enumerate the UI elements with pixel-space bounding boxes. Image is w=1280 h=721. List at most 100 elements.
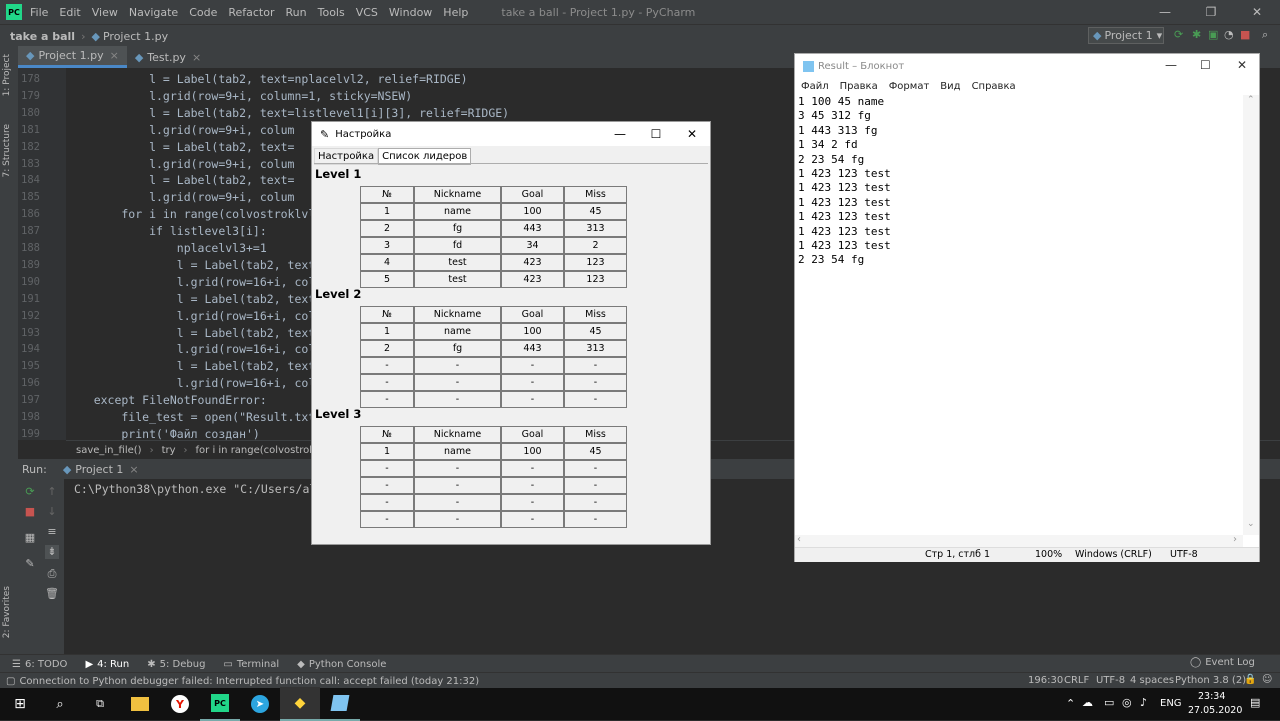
menu-run[interactable]: Run [286, 6, 307, 19]
line-number: 178 [21, 73, 40, 85]
np-menu-edit[interactable]: Правка [840, 81, 878, 92]
project-tool-button[interactable]: 1: Project [2, 54, 12, 96]
search-button[interactable]: ⌕ [40, 688, 80, 720]
todo-tab[interactable]: ☰ 6: TODO [12, 659, 67, 670]
cursor-position[interactable]: 196:30 [1028, 675, 1063, 686]
python-taskbar-button[interactable]: ◆ [280, 687, 320, 721]
stop-icon[interactable]: ■ [23, 505, 37, 519]
close-icon[interactable]: × [129, 463, 138, 476]
table-row: ---- [360, 477, 627, 494]
telegram-button[interactable]: ➤ [240, 688, 280, 720]
file-encoding[interactable]: UTF-8 [1096, 675, 1125, 686]
np-menu-help[interactable]: Справка [972, 81, 1016, 92]
profile-icon[interactable]: ◔ [1224, 28, 1234, 41]
scroll-down-icon[interactable]: ⌄ [1247, 519, 1255, 529]
menu-vcs[interactable]: VCS [356, 6, 378, 19]
pin-icon[interactable]: ✎ [23, 557, 37, 571]
network-icon[interactable]: ◎ [1122, 696, 1132, 709]
close-button[interactable]: ✕ [1234, 0, 1280, 24]
menu-code[interactable]: Code [189, 6, 217, 19]
menu-tools[interactable]: Tools [318, 6, 345, 19]
maximize-button[interactable]: ☐ [638, 122, 674, 146]
event-log-label: Event Log [1205, 657, 1255, 668]
np-menu-format[interactable]: Формат [889, 81, 930, 92]
explorer-button[interactable] [120, 688, 160, 720]
run-config-dropdown[interactable]: ◆ Project 1 ▾ [1088, 27, 1164, 44]
language-indicator[interactable]: ENG [1160, 698, 1182, 709]
menu-help[interactable]: Help [443, 6, 468, 19]
run-tool-tab[interactable]: ▶ 4: Run [85, 659, 129, 670]
event-log-tab[interactable]: ◯ Event Log [1190, 657, 1255, 668]
close-icon[interactable]: × [192, 51, 201, 64]
rerun-icon[interactable]: ⟳ [23, 485, 37, 499]
rerun-icon[interactable]: ⟳ [1174, 28, 1183, 41]
notepad-taskbar-button[interactable] [320, 687, 360, 721]
np-menu-file[interactable]: Файл [801, 81, 829, 92]
scroll-right-icon[interactable]: › [1233, 534, 1237, 545]
menu-refactor[interactable]: Refactor [228, 6, 274, 19]
restore-button[interactable]: ❐ [1188, 0, 1234, 24]
close-icon[interactable]: × [110, 49, 119, 62]
menu-navigate[interactable]: Navigate [129, 6, 178, 19]
minimize-button[interactable]: — [602, 122, 638, 146]
python-console-tab[interactable]: ◆ Python Console [297, 659, 386, 670]
minimize-button[interactable]: — [1165, 58, 1177, 72]
pycharm-taskbar-button[interactable]: PC [200, 687, 240, 721]
clock-date[interactable]: 27.05.2020 [1188, 705, 1242, 716]
table-cell: 34 [501, 237, 564, 254]
breadcrumb-file[interactable]: Project 1.py [103, 30, 168, 43]
menu-file[interactable]: File [30, 6, 48, 19]
vertical-scrollbar[interactable]: ⌃ ⌄ [1243, 95, 1259, 535]
lock-icon[interactable]: 🔒 [1244, 674, 1256, 685]
scroll-to-end-icon[interactable]: ⇟ [45, 545, 59, 559]
np-menu-view[interactable]: Вид [940, 81, 960, 92]
menu-window[interactable]: Window [389, 6, 432, 19]
clock-time[interactable]: 23:34 [1198, 691, 1225, 702]
tray-chevron-up-icon[interactable]: ⌃ [1066, 697, 1075, 710]
battery-icon[interactable]: ▭ [1104, 696, 1114, 709]
np-eol: Windows (CRLF) [1075, 549, 1152, 560]
line-separator[interactable]: CRLF [1064, 675, 1089, 686]
tab-test-py[interactable]: ◆ Test.py × [127, 46, 209, 68]
yandex-browser-button[interactable]: Y [160, 688, 200, 720]
soft-wrap-icon[interactable]: ≡ [45, 525, 59, 539]
onedrive-icon[interactable]: ☁ [1082, 696, 1093, 709]
stop-icon[interactable]: ■ [1240, 28, 1250, 41]
print-icon[interactable]: ⎙ [45, 567, 59, 581]
run-tab[interactable]: Project 1 [75, 463, 123, 476]
maximize-button[interactable]: ☐ [1200, 58, 1211, 72]
arrow-down-icon[interactable]: ↓ [45, 505, 59, 519]
crumb-function[interactable]: save_in_file() [76, 445, 142, 456]
task-view-button[interactable]: ⧉ [80, 688, 120, 720]
structure-tool-button[interactable]: 7: Structure [2, 124, 12, 178]
table-cell: - [564, 391, 627, 408]
status-message[interactable]: Connection to Python debugger failed: In… [19, 676, 479, 687]
crumb-try[interactable]: try [162, 445, 176, 456]
table-cell: - [564, 494, 627, 511]
layout-icon[interactable]: ▦ [23, 531, 37, 545]
user-icon[interactable]: ☺ [1262, 674, 1272, 685]
favorites-tool-button[interactable]: 2: Favorites [2, 586, 12, 638]
trash-icon[interactable]: 🗑 [45, 587, 59, 601]
search-icon[interactable]: ⌕ [1262, 28, 1268, 42]
tab-project-1-py[interactable]: ◆ Project 1.py × [18, 46, 127, 68]
scroll-left-icon[interactable]: ‹ [797, 534, 801, 545]
coverage-icon[interactable]: ▣ [1208, 28, 1218, 41]
debug-icon[interactable]: ✱ [1192, 28, 1201, 41]
notepad-text-area[interactable]: 1 100 45 name 3 45 312 fg 1 443 313 fg 1 34… [798, 95, 1238, 268]
minimize-button[interactable]: — [1142, 0, 1188, 24]
start-button[interactable]: ⊞ [0, 688, 40, 720]
scroll-up-icon[interactable]: ⌃ [1247, 95, 1255, 105]
interpreter[interactable]: Python 3.8 (2) [1175, 675, 1246, 686]
notification-icon[interactable]: ▤ [1250, 696, 1260, 709]
close-button[interactable]: ✕ [1237, 58, 1247, 72]
arrow-up-icon[interactable]: ↑ [45, 485, 59, 499]
close-button[interactable]: ✕ [674, 122, 710, 146]
debug-tab[interactable]: ✱ 5: Debug [147, 659, 205, 670]
terminal-tab[interactable]: ▭ Terminal [223, 659, 279, 670]
breadcrumb-project[interactable]: take a ball [10, 30, 75, 43]
indent-setting[interactable]: 4 spaces [1130, 675, 1174, 686]
menu-edit[interactable]: Edit [59, 6, 80, 19]
volume-icon[interactable]: ♪ [1140, 696, 1147, 709]
menu-view[interactable]: View [92, 6, 118, 19]
